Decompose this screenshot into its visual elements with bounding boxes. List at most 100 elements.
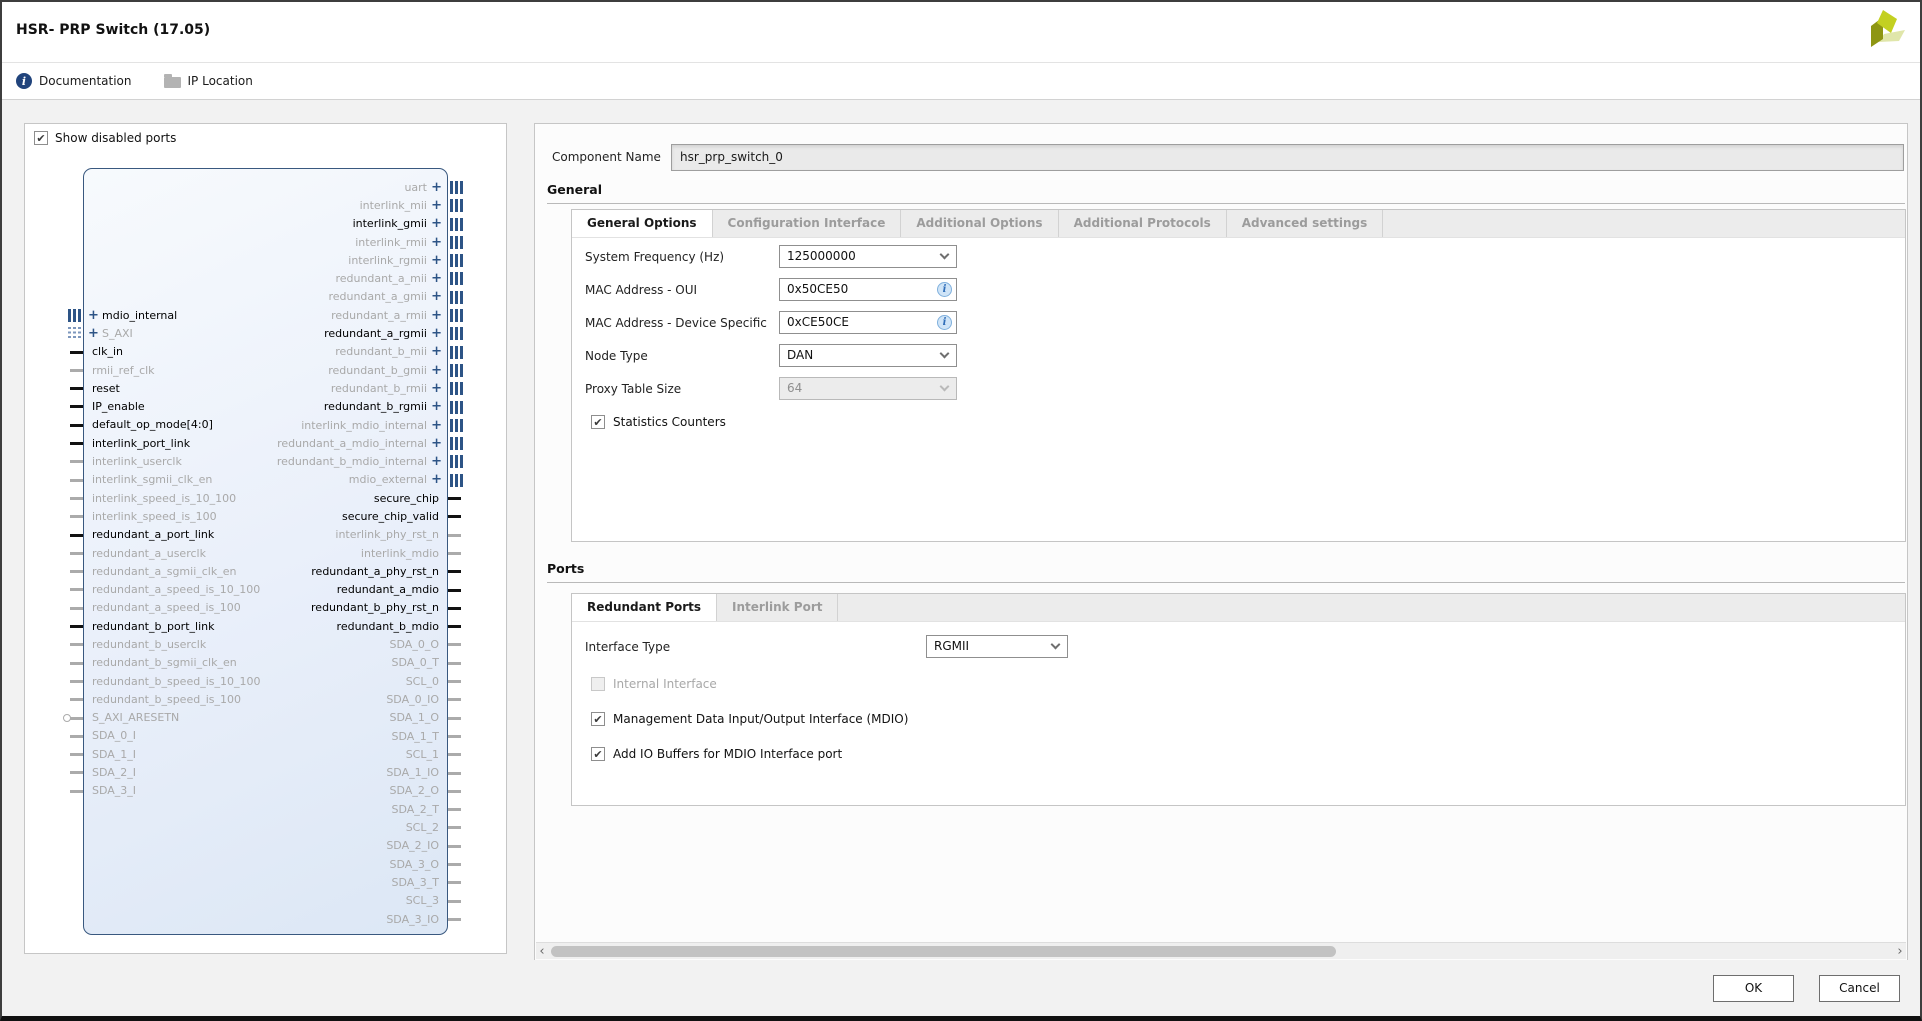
scroll-left-arrow[interactable]: ‹ bbox=[536, 944, 548, 959]
port-SDA_1_T[interactable]: SDA_1_T bbox=[84, 727, 447, 745]
port-secure_chip[interactable]: secure_chip bbox=[84, 489, 447, 507]
interface-type-select[interactable]: RGMII bbox=[926, 635, 1068, 658]
tab-general-options[interactable]: General Options bbox=[572, 210, 713, 237]
bus-interface-icon bbox=[450, 236, 463, 249]
checkbox-check-icon: ✔ bbox=[591, 747, 605, 761]
expand-plus-icon[interactable]: + bbox=[431, 327, 442, 340]
port-SDA_2_IO[interactable]: SDA_2_IO bbox=[84, 837, 447, 855]
port-interlink_mdio_internal[interactable]: interlink_mdio_internal+ bbox=[84, 416, 447, 434]
port-redundant_a_rgmii[interactable]: redundant_a_rgmii+ bbox=[84, 324, 447, 342]
expand-plus-icon[interactable]: + bbox=[431, 364, 442, 377]
port-SDA_0_IO[interactable]: SDA_0_IO bbox=[84, 690, 447, 708]
tab-redundant-ports[interactable]: Redundant Ports bbox=[572, 594, 717, 621]
port-name-label: SDA_3_O bbox=[390, 858, 439, 871]
port-redundant_a_mii[interactable]: redundant_a_mii+ bbox=[84, 269, 447, 287]
port-name-label: SDA_1_O bbox=[390, 711, 439, 724]
port-SCL_0[interactable]: SCL_0 bbox=[84, 672, 447, 690]
port-uart[interactable]: uart + bbox=[84, 178, 447, 196]
component-name-input[interactable] bbox=[671, 144, 1904, 171]
expand-plus-icon[interactable]: + bbox=[431, 382, 442, 395]
documentation-button[interactable]: i Documentation bbox=[16, 73, 132, 89]
port-SDA_2_T[interactable]: SDA_2_T bbox=[84, 800, 447, 818]
tab-configuration-interface[interactable]: Configuration Interface bbox=[713, 210, 902, 237]
expand-plus-icon[interactable]: + bbox=[431, 272, 442, 285]
node-type-select[interactable]: DAN bbox=[779, 344, 957, 367]
port-redundant_b_rmii[interactable]: redundant_b_rmii+ bbox=[84, 379, 447, 397]
expand-plus-icon[interactable]: + bbox=[431, 254, 442, 267]
expand-plus-icon[interactable]: + bbox=[431, 236, 442, 249]
tab-additional-protocols[interactable]: Additional Protocols bbox=[1059, 210, 1227, 237]
expand-plus-icon[interactable]: + bbox=[431, 345, 442, 358]
expand-plus-icon[interactable]: + bbox=[431, 290, 442, 303]
statistics-counters-checkbox[interactable]: ✔ Statistics Counters bbox=[591, 415, 1905, 429]
tab-advanced-settings[interactable]: Advanced settings bbox=[1227, 210, 1384, 237]
expand-plus-icon[interactable]: + bbox=[431, 181, 442, 194]
scroll-right-arrow[interactable]: › bbox=[1894, 944, 1906, 959]
scrollbar-thumb[interactable] bbox=[551, 946, 1336, 957]
port-name-label: redundant_a_phy_rst_n bbox=[311, 565, 439, 578]
expand-plus-icon[interactable]: + bbox=[431, 309, 442, 322]
show-disabled-ports-checkbox[interactable]: ✔ Show disabled ports bbox=[34, 131, 176, 145]
pin-icon bbox=[448, 900, 461, 903]
folder-icon bbox=[164, 77, 181, 88]
expand-plus-icon[interactable]: + bbox=[431, 400, 442, 413]
port-SCL_1[interactable]: SCL_1 bbox=[84, 745, 447, 763]
port-redundant_b_mdio[interactable]: redundant_b_mdio bbox=[84, 617, 447, 635]
expand-plus-icon[interactable]: + bbox=[431, 455, 442, 468]
port-redundant_b_mdio_internal[interactable]: redundant_b_mdio_internal+ bbox=[84, 452, 447, 470]
expand-plus-icon[interactable]: + bbox=[431, 217, 442, 230]
port-redundant_b_mii[interactable]: redundant_b_mii+ bbox=[84, 343, 447, 361]
general-groupbox: General OptionsConfiguration InterfaceAd… bbox=[571, 209, 1906, 542]
mac-oui-input[interactable]: 0x50CE50 i bbox=[779, 278, 957, 301]
port-mdio_external[interactable]: mdio_external+ bbox=[84, 471, 447, 489]
dialog-content: ✔ Show disabled ports mdio_internal+S_AX… bbox=[2, 101, 1920, 1016]
tab-interlink-port[interactable]: Interlink Port bbox=[717, 594, 838, 621]
bus-interface-icon bbox=[450, 474, 463, 487]
port-redundant_b_gmii[interactable]: redundant_b_gmii+ bbox=[84, 361, 447, 379]
port-SDA_1_IO[interactable]: SDA_1_IO bbox=[84, 764, 447, 782]
mdio-checkbox[interactable]: ✔ Management Data Input/Output Interface… bbox=[591, 712, 1905, 726]
port-redundant_a_rmii[interactable]: redundant_a_rmii+ bbox=[84, 306, 447, 324]
port-redundant_b_phy_rst_n[interactable]: redundant_b_phy_rst_n bbox=[84, 599, 447, 617]
tab-additional-options[interactable]: Additional Options bbox=[901, 210, 1058, 237]
expand-plus-icon[interactable]: + bbox=[431, 437, 442, 450]
port-interlink_rgmii[interactable]: interlink_rgmii+ bbox=[84, 251, 447, 269]
port-SDA_3_IO[interactable]: SDA_3_IO bbox=[84, 910, 447, 928]
ip-location-button[interactable]: IP Location bbox=[164, 74, 253, 88]
add-io-buffers-checkbox[interactable]: ✔ Add IO Buffers for MDIO Interface port bbox=[591, 747, 1905, 761]
configuration-panel: Component Name General General OptionsCo… bbox=[534, 123, 1908, 961]
port-SDA_3_O[interactable]: SDA_3_O bbox=[84, 855, 447, 873]
port-interlink_phy_rst_n[interactable]: interlink_phy_rst_n bbox=[84, 526, 447, 544]
port-redundant_a_mdio[interactable]: redundant_a_mdio bbox=[84, 581, 447, 599]
pin-icon bbox=[448, 772, 461, 775]
port-interlink_mdio[interactable]: interlink_mdio bbox=[84, 544, 447, 562]
ok-button[interactable]: OK bbox=[1713, 975, 1794, 1002]
port-interlink_rmii[interactable]: interlink_rmii+ bbox=[84, 233, 447, 251]
port-SDA_2_O[interactable]: SDA_2_O bbox=[84, 782, 447, 800]
port-SDA_0_O[interactable]: SDA_0_O bbox=[84, 635, 447, 653]
port-redundant_a_mdio_internal[interactable]: redundant_a_mdio_internal+ bbox=[84, 434, 447, 452]
port-interlink_gmii[interactable]: interlink_gmii+ bbox=[84, 215, 447, 233]
cancel-button[interactable]: Cancel bbox=[1819, 975, 1900, 1002]
port-name-label: SDA_1_T bbox=[391, 730, 439, 743]
port-secure_chip_valid[interactable]: secure_chip_valid bbox=[84, 507, 447, 525]
port-redundant_a_phy_rst_n[interactable]: redundant_a_phy_rst_n bbox=[84, 562, 447, 580]
port-redundant_b_rgmii[interactable]: redundant_b_rgmii+ bbox=[84, 398, 447, 416]
ip-block-symbol[interactable]: mdio_internal+S_AXI+clk_inrmii_ref_clkre… bbox=[83, 168, 448, 935]
port-name-label: uart bbox=[404, 181, 427, 194]
expand-plus-icon[interactable]: + bbox=[431, 199, 442, 212]
expand-plus-icon[interactable]: + bbox=[431, 419, 442, 432]
horizontal-scrollbar[interactable]: ‹ › bbox=[536, 942, 1906, 959]
port-SCL_3[interactable]: SCL_3 bbox=[84, 892, 447, 910]
system-frequency-select[interactable]: 125000000 bbox=[779, 245, 957, 268]
port-SDA_3_T[interactable]: SDA_3_T bbox=[84, 873, 447, 891]
mac-device-row: MAC Address - Device Specific 0xCE50CE i bbox=[585, 311, 1905, 334]
port-SDA_1_O[interactable]: SDA_1_O bbox=[84, 709, 447, 727]
expand-plus-icon[interactable]: + bbox=[431, 473, 442, 486]
port-interlink_mii[interactable]: interlink_mii+ bbox=[84, 196, 447, 214]
port-SDA_0_T[interactable]: SDA_0_T bbox=[84, 654, 447, 672]
port-SCL_2[interactable]: SCL_2 bbox=[84, 818, 447, 836]
port-redundant_a_gmii[interactable]: redundant_a_gmii+ bbox=[84, 288, 447, 306]
pin-icon bbox=[448, 662, 461, 665]
mac-device-input[interactable]: 0xCE50CE i bbox=[779, 311, 957, 334]
